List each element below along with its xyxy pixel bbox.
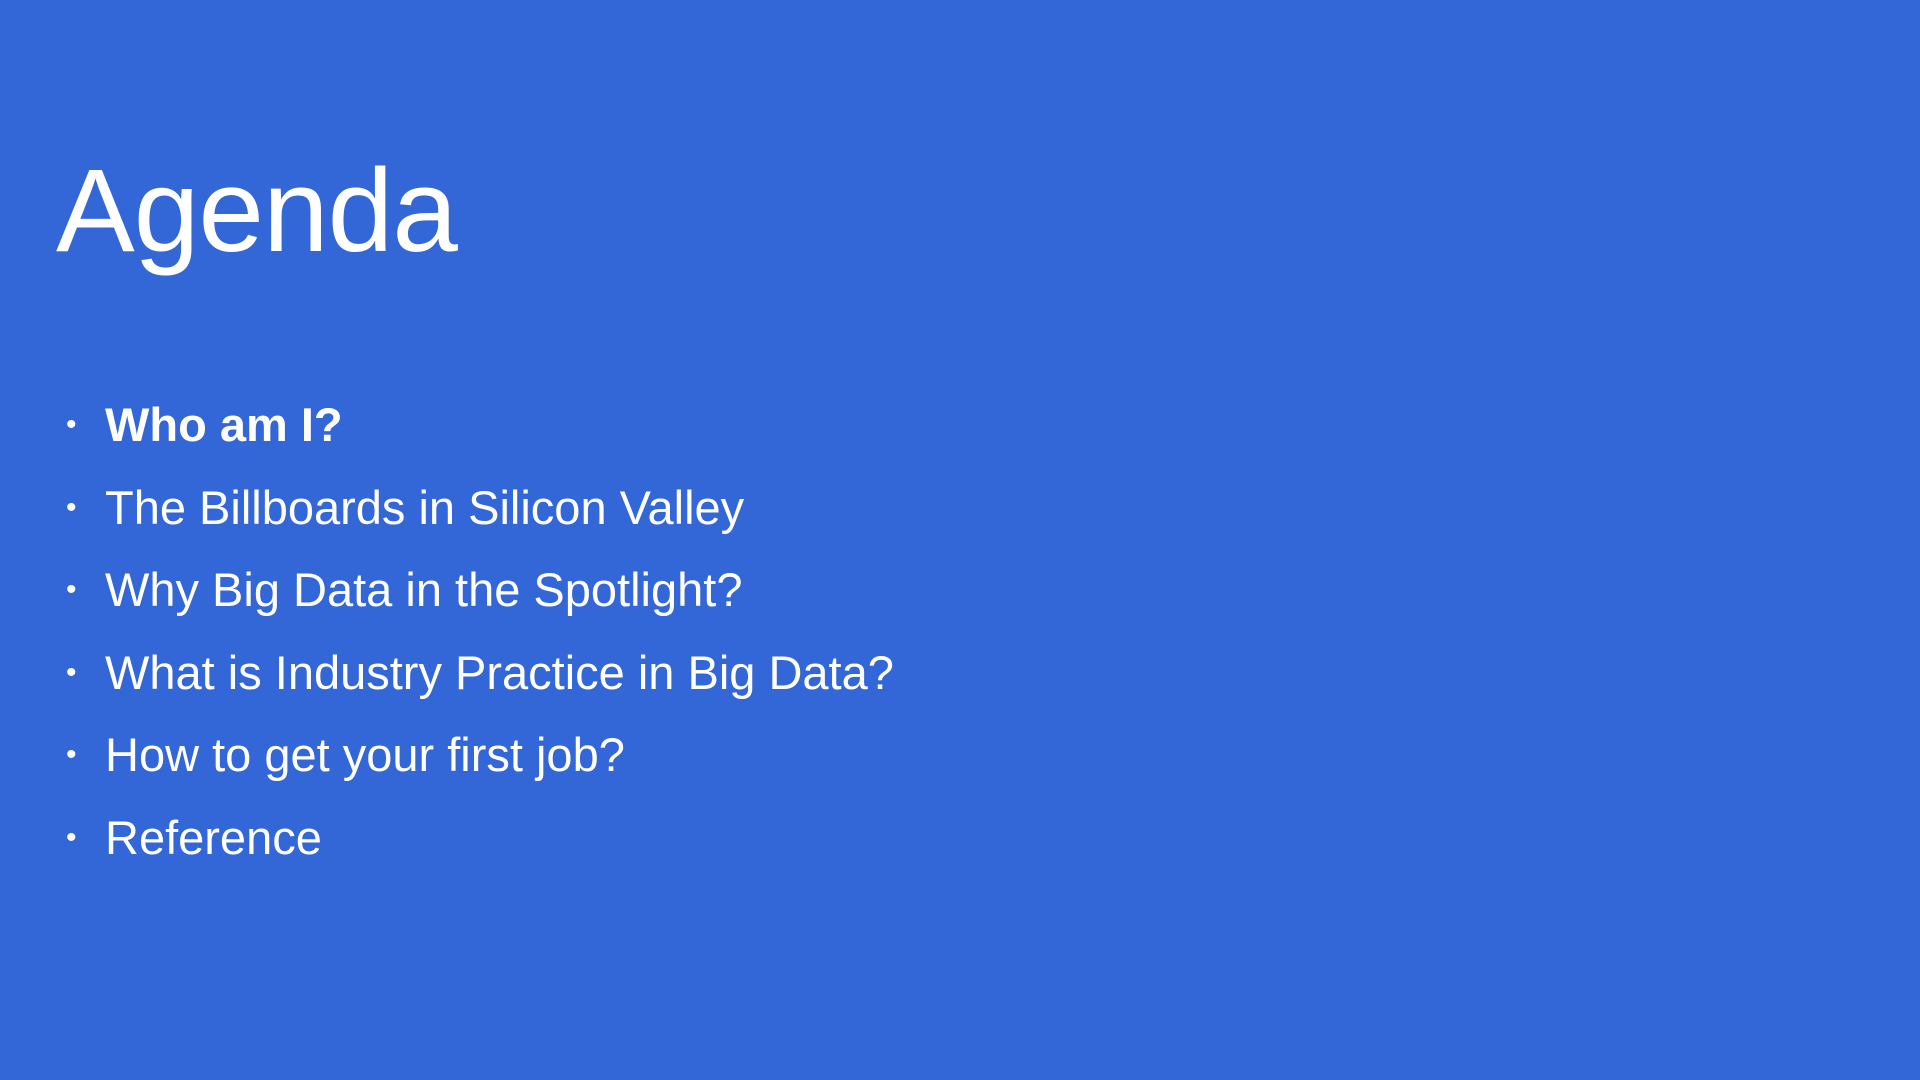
bullet-icon: • xyxy=(66,408,77,441)
agenda-item-label: Who am I? xyxy=(105,398,343,451)
bullet-icon: • xyxy=(66,820,77,854)
agenda-item-industry-practice: • What is Industry Practice in Big Data? xyxy=(66,640,894,723)
agenda-item-label: Reference xyxy=(105,810,322,864)
agenda-item-reference: • Reference xyxy=(66,805,894,888)
agenda-item-billboards: • The Billboards in Silicon Valley xyxy=(66,475,894,558)
agenda-item-label: Why Big Data in the Spotlight? xyxy=(105,563,743,616)
agenda-item-label: How to get your first job? xyxy=(105,728,625,781)
agenda-list: • Who am I? • The Billboards in Silicon … xyxy=(66,392,894,887)
bullet-icon: • xyxy=(66,655,77,689)
bullet-icon: • xyxy=(66,573,77,606)
slide-title: Agenda xyxy=(56,145,458,277)
agenda-item-big-data-spotlight: • Why Big Data in the Spotlight? xyxy=(66,557,894,640)
agenda-item-label: The Billboards in Silicon Valley xyxy=(105,480,745,534)
slide: Agenda • Who am I? • The Billboards in S… xyxy=(0,0,1920,1080)
agenda-item-who-am-i: • Who am I? xyxy=(66,392,894,475)
agenda-item-label: What is Industry Practice in Big Data? xyxy=(105,645,894,699)
bullet-icon: • xyxy=(66,490,77,524)
agenda-item-first-job: • How to get your first job? xyxy=(66,722,894,805)
bullet-icon: • xyxy=(66,738,77,771)
